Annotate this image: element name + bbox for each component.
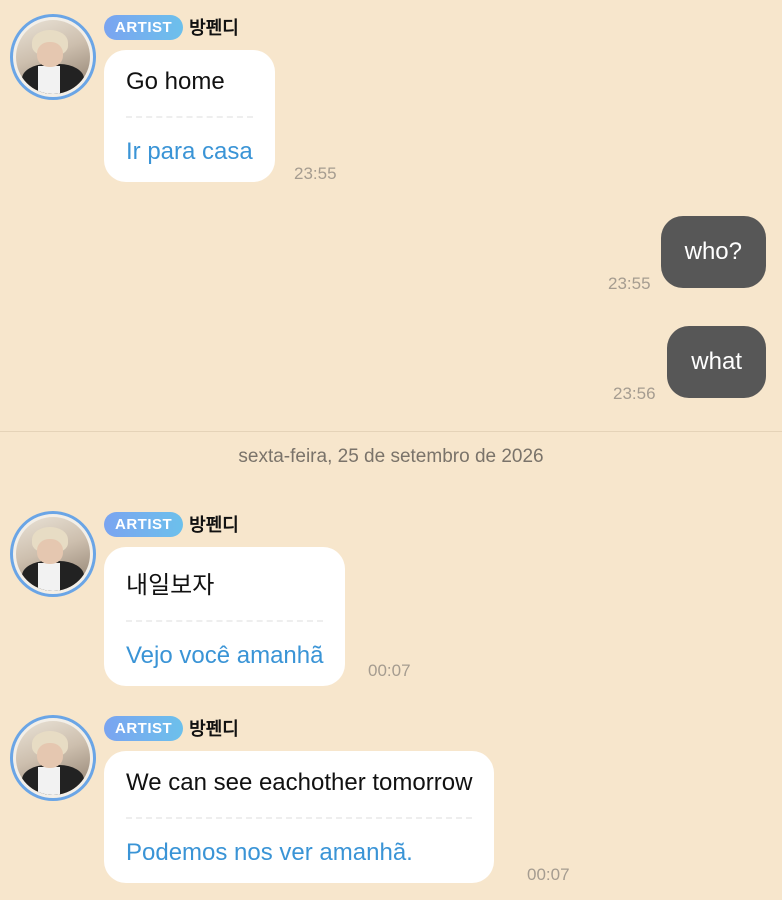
translated-text: Vejo você amanhã (126, 642, 324, 669)
message-timestamp: 00:07 (527, 865, 570, 884)
sender-header: ARTIST 방펜디 (104, 715, 239, 741)
message-timestamp: 23:55 (608, 274, 651, 293)
artist-avatar[interactable] (10, 511, 96, 597)
original-text: Go home (126, 68, 225, 95)
date-label: sexta-feira, 25 de setembro de 2026 (238, 446, 544, 467)
original-text: 내일보자 (126, 572, 215, 599)
artist-badge: ARTIST (104, 715, 184, 741)
message-timestamp: 23:56 (613, 384, 656, 403)
outgoing-bubble[interactable]: who? (660, 216, 766, 288)
message-bubble[interactable]: We can see eachother tomorrow Podemos no… (104, 751, 495, 883)
original-text: We can see eachother tomorrow (126, 769, 473, 796)
artist-badge: ARTIST (104, 511, 184, 537)
artist-avatar[interactable] (10, 715, 96, 801)
avatar-photo (16, 721, 90, 795)
sender-name: 방펜디 (189, 719, 239, 739)
sender-name: 방펜디 (189, 515, 239, 535)
sender-header: ARTIST 방펜디 (104, 14, 239, 40)
outgoing-bubble[interactable]: what (667, 326, 766, 398)
translated-text: Podemos nos ver amanhã. (126, 839, 413, 866)
avatar-photo (16, 517, 90, 591)
message-timestamp: 23:55 (294, 164, 337, 183)
sender-name: 방펜디 (189, 18, 239, 38)
artist-badge: ARTIST (104, 14, 184, 40)
chat-window: ARTIST 방펜디 Go home Ir para casa 23:55 wh… (0, 0, 782, 900)
date-separator: sexta-feira, 25 de setembro de 2026 (0, 431, 782, 468)
artist-avatar[interactable] (10, 14, 96, 100)
message-timestamp: 00:07 (368, 661, 411, 680)
message-bubble[interactable]: 내일보자 Vejo você amanhã (104, 547, 346, 686)
avatar-photo (16, 20, 90, 94)
message-bubble[interactable]: Go home Ir para casa (104, 50, 275, 182)
translated-text: Ir para casa (126, 138, 253, 165)
sender-header: ARTIST 방펜디 (104, 511, 239, 537)
